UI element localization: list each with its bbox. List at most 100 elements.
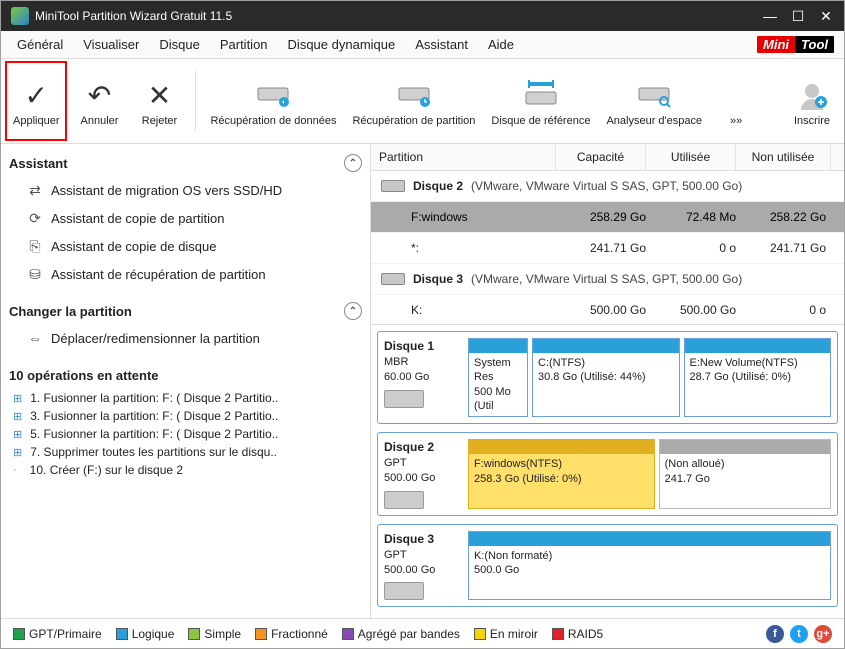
menu-dynamic-disk[interactable]: Disque dynamique	[278, 33, 406, 56]
more-tools-button[interactable]: »»	[712, 61, 760, 141]
close-icon: ✕	[148, 75, 171, 115]
partition-segment[interactable]: (Non alloué)241.7 Go	[659, 439, 831, 509]
col-free[interactable]: Non utilisée	[736, 144, 831, 170]
legend-label: Fractionné	[271, 627, 328, 641]
disk-info: (VMware, VMware Virtual S SAS, GPT, 500.…	[471, 272, 742, 286]
col-capacity[interactable]: Capacité	[556, 144, 646, 170]
partition-segment[interactable]: System Res500 Mo (Util	[468, 338, 528, 417]
segment-detail: 28.7 Go (Utilisé: 0%)	[690, 370, 826, 384]
pending-list: 1. Fusionner la partition: F: ( Disque 2…	[9, 389, 362, 479]
toolbar-separator	[195, 71, 196, 131]
undo-button[interactable]: ↶ Annuler	[71, 61, 127, 141]
col-partition[interactable]: Partition	[371, 144, 556, 170]
legend-item: Agrégé par bandes	[342, 627, 460, 641]
disk-card-size: 500.00 Go	[384, 471, 460, 486]
chevron-up-icon: ⌃	[344, 154, 362, 172]
menu-disk[interactable]: Disque	[149, 33, 209, 56]
facebook-icon[interactable]: f	[766, 625, 784, 643]
legend-swatch	[474, 628, 486, 640]
pending-op-1[interactable]: 1. Fusionner la partition: F: ( Disque 2…	[9, 389, 362, 407]
pending-op-10[interactable]: 10. Créer (F:) sur le disque 2	[9, 461, 362, 479]
disk-card-scheme: MBR	[384, 355, 460, 370]
partition-segment[interactable]: K:(Non formaté)500.0 Go	[468, 531, 831, 601]
user-add-icon	[797, 75, 827, 115]
legend-bar: GPT/PrimaireLogiqueSimpleFractionnéAgrég…	[1, 618, 844, 648]
menu-view[interactable]: Visualiser	[73, 33, 149, 56]
twitter-icon[interactable]: t	[790, 625, 808, 643]
disk-group[interactable]: Disque 3(VMware, VMware Virtual S SAS, G…	[371, 264, 844, 295]
menu-wizard[interactable]: Assistant	[405, 33, 478, 56]
segment-detail: 500 Mo (Util	[474, 385, 522, 414]
cell-partition: F:windows	[381, 210, 556, 224]
segment-label: E:New Volume(NTFS)	[690, 356, 826, 370]
wizard-recover-partition[interactable]: ⛁Assistant de récupération de partition	[9, 260, 362, 288]
apply-button[interactable]: ✓ Appliquer	[5, 61, 67, 141]
partition-segment[interactable]: C:(NTFS)30.8 Go (Utilisé: 44%)	[532, 338, 680, 417]
segment-label: C:(NTFS)	[538, 356, 674, 370]
minimize-button[interactable]: —	[756, 2, 784, 30]
cell-free: 0 o	[736, 303, 826, 317]
google-plus-icon[interactable]: g+	[814, 625, 832, 643]
wizard-copy-disk[interactable]: ⎘Assistant de copie de disque	[9, 232, 362, 260]
pending-op-5[interactable]: 5. Fusionner la partition: F: ( Disque 2…	[9, 425, 362, 443]
disk-card-name: Disque 2	[384, 439, 460, 456]
partition-segment[interactable]: E:New Volume(NTFS)28.7 Go (Utilisé: 0%)	[684, 338, 832, 417]
move-resize-partition[interactable]: ⇔Déplacer/redimensionner la partition	[9, 324, 362, 352]
signup-button[interactable]: Inscrire	[784, 61, 840, 141]
segment-bar	[660, 440, 830, 454]
body: Assistant ⌃ ⇄Assistant de migration OS v…	[1, 144, 844, 618]
pending-op-7[interactable]: 7. Supprimer toutes les partitions sur l…	[9, 443, 362, 461]
disk-card: Disque 1MBR60.00 GoSystem Res500 Mo (Uti…	[377, 331, 838, 424]
menu-help[interactable]: Aide	[478, 33, 524, 56]
window-title: MiniTool Partition Wizard Gratuit 11.5	[35, 9, 756, 23]
disk-info: (VMware, VMware Virtual S SAS, GPT, 500.…	[471, 179, 742, 193]
pending-op-3[interactable]: 3. Fusionner la partition: F: ( Disque 2…	[9, 407, 362, 425]
cell-free: 258.22 Go	[736, 210, 826, 224]
cell-partition: K:	[381, 303, 556, 317]
copy-disk-icon: ⎘	[27, 238, 43, 254]
maximize-button[interactable]: ☐	[784, 2, 812, 30]
legend-swatch	[116, 628, 128, 640]
social-links: f t g+	[766, 625, 832, 643]
discard-button[interactable]: ✕ Rejeter	[131, 61, 187, 141]
legend-item: Logique	[116, 627, 175, 641]
menu-partition[interactable]: Partition	[210, 33, 278, 56]
segment-label: System Res	[474, 356, 522, 385]
partition-row[interactable]: *:241.71 Go0 o241.71 Go	[371, 233, 844, 264]
app-window: MiniTool Partition Wizard Gratuit 11.5 —…	[0, 0, 845, 649]
disk-benchmark-button[interactable]: Disque de référence	[485, 61, 596, 141]
legend-swatch	[552, 628, 564, 640]
check-icon: ✓	[25, 75, 48, 115]
partition-row[interactable]: F:windows258.29 Go72.48 Mo258.22 Go	[371, 202, 844, 233]
disk-card-size: 60.00 Go	[384, 370, 460, 385]
menu-general[interactable]: Général	[7, 33, 73, 56]
main-panel: Partition Capacité Utilisée Non utilisée…	[371, 144, 844, 618]
data-recovery-button[interactable]: Récupération de données	[204, 61, 342, 141]
close-button[interactable]: ✕	[812, 2, 840, 30]
legend-swatch	[188, 628, 200, 640]
space-analyzer-button[interactable]: Analyseur d'espace	[600, 61, 708, 141]
cell-capacity: 241.71 Go	[556, 241, 646, 255]
grid-header: Partition Capacité Utilisée Non utilisée	[371, 144, 844, 171]
cell-free: 241.71 Go	[736, 241, 826, 255]
partition-segment[interactable]: F:windows(NTFS)258.3 Go (Utilisé: 0%)	[468, 439, 655, 509]
disk-group[interactable]: Disque 2(VMware, VMware Virtual S SAS, G…	[371, 171, 844, 202]
copy-partition-icon: ⟳	[27, 210, 43, 226]
drive-scan-icon	[524, 75, 558, 115]
titlebar: MiniTool Partition Wizard Gratuit 11.5 —…	[1, 1, 844, 31]
assistant-header[interactable]: Assistant ⌃	[9, 150, 362, 176]
legend-label: GPT/Primaire	[29, 627, 102, 641]
pending-header: 10 opérations en attente	[9, 362, 362, 389]
partition-recovery-button[interactable]: Récupération de partition	[346, 61, 481, 141]
disk-card: Disque 2GPT500.00 Go F:windows(NTFS)258.3…	[377, 432, 838, 516]
wizard-copy-partition[interactable]: ⟳Assistant de copie de partition	[9, 204, 362, 232]
cell-used: 0 o	[646, 241, 736, 255]
legend-item: GPT/Primaire	[13, 627, 102, 641]
wizard-migrate-os[interactable]: ⇄Assistant de migration OS vers SSD/HD	[9, 176, 362, 204]
legend-item: En miroir	[474, 627, 538, 641]
change-partition-header[interactable]: Changer la partition ⌃	[9, 298, 362, 324]
segment-detail: 30.8 Go (Utilisé: 44%)	[538, 370, 674, 384]
disk-card-scheme: GPT	[384, 456, 460, 471]
partition-row[interactable]: K:500.00 Go500.00 Go0 o	[371, 295, 844, 324]
col-used[interactable]: Utilisée	[646, 144, 736, 170]
